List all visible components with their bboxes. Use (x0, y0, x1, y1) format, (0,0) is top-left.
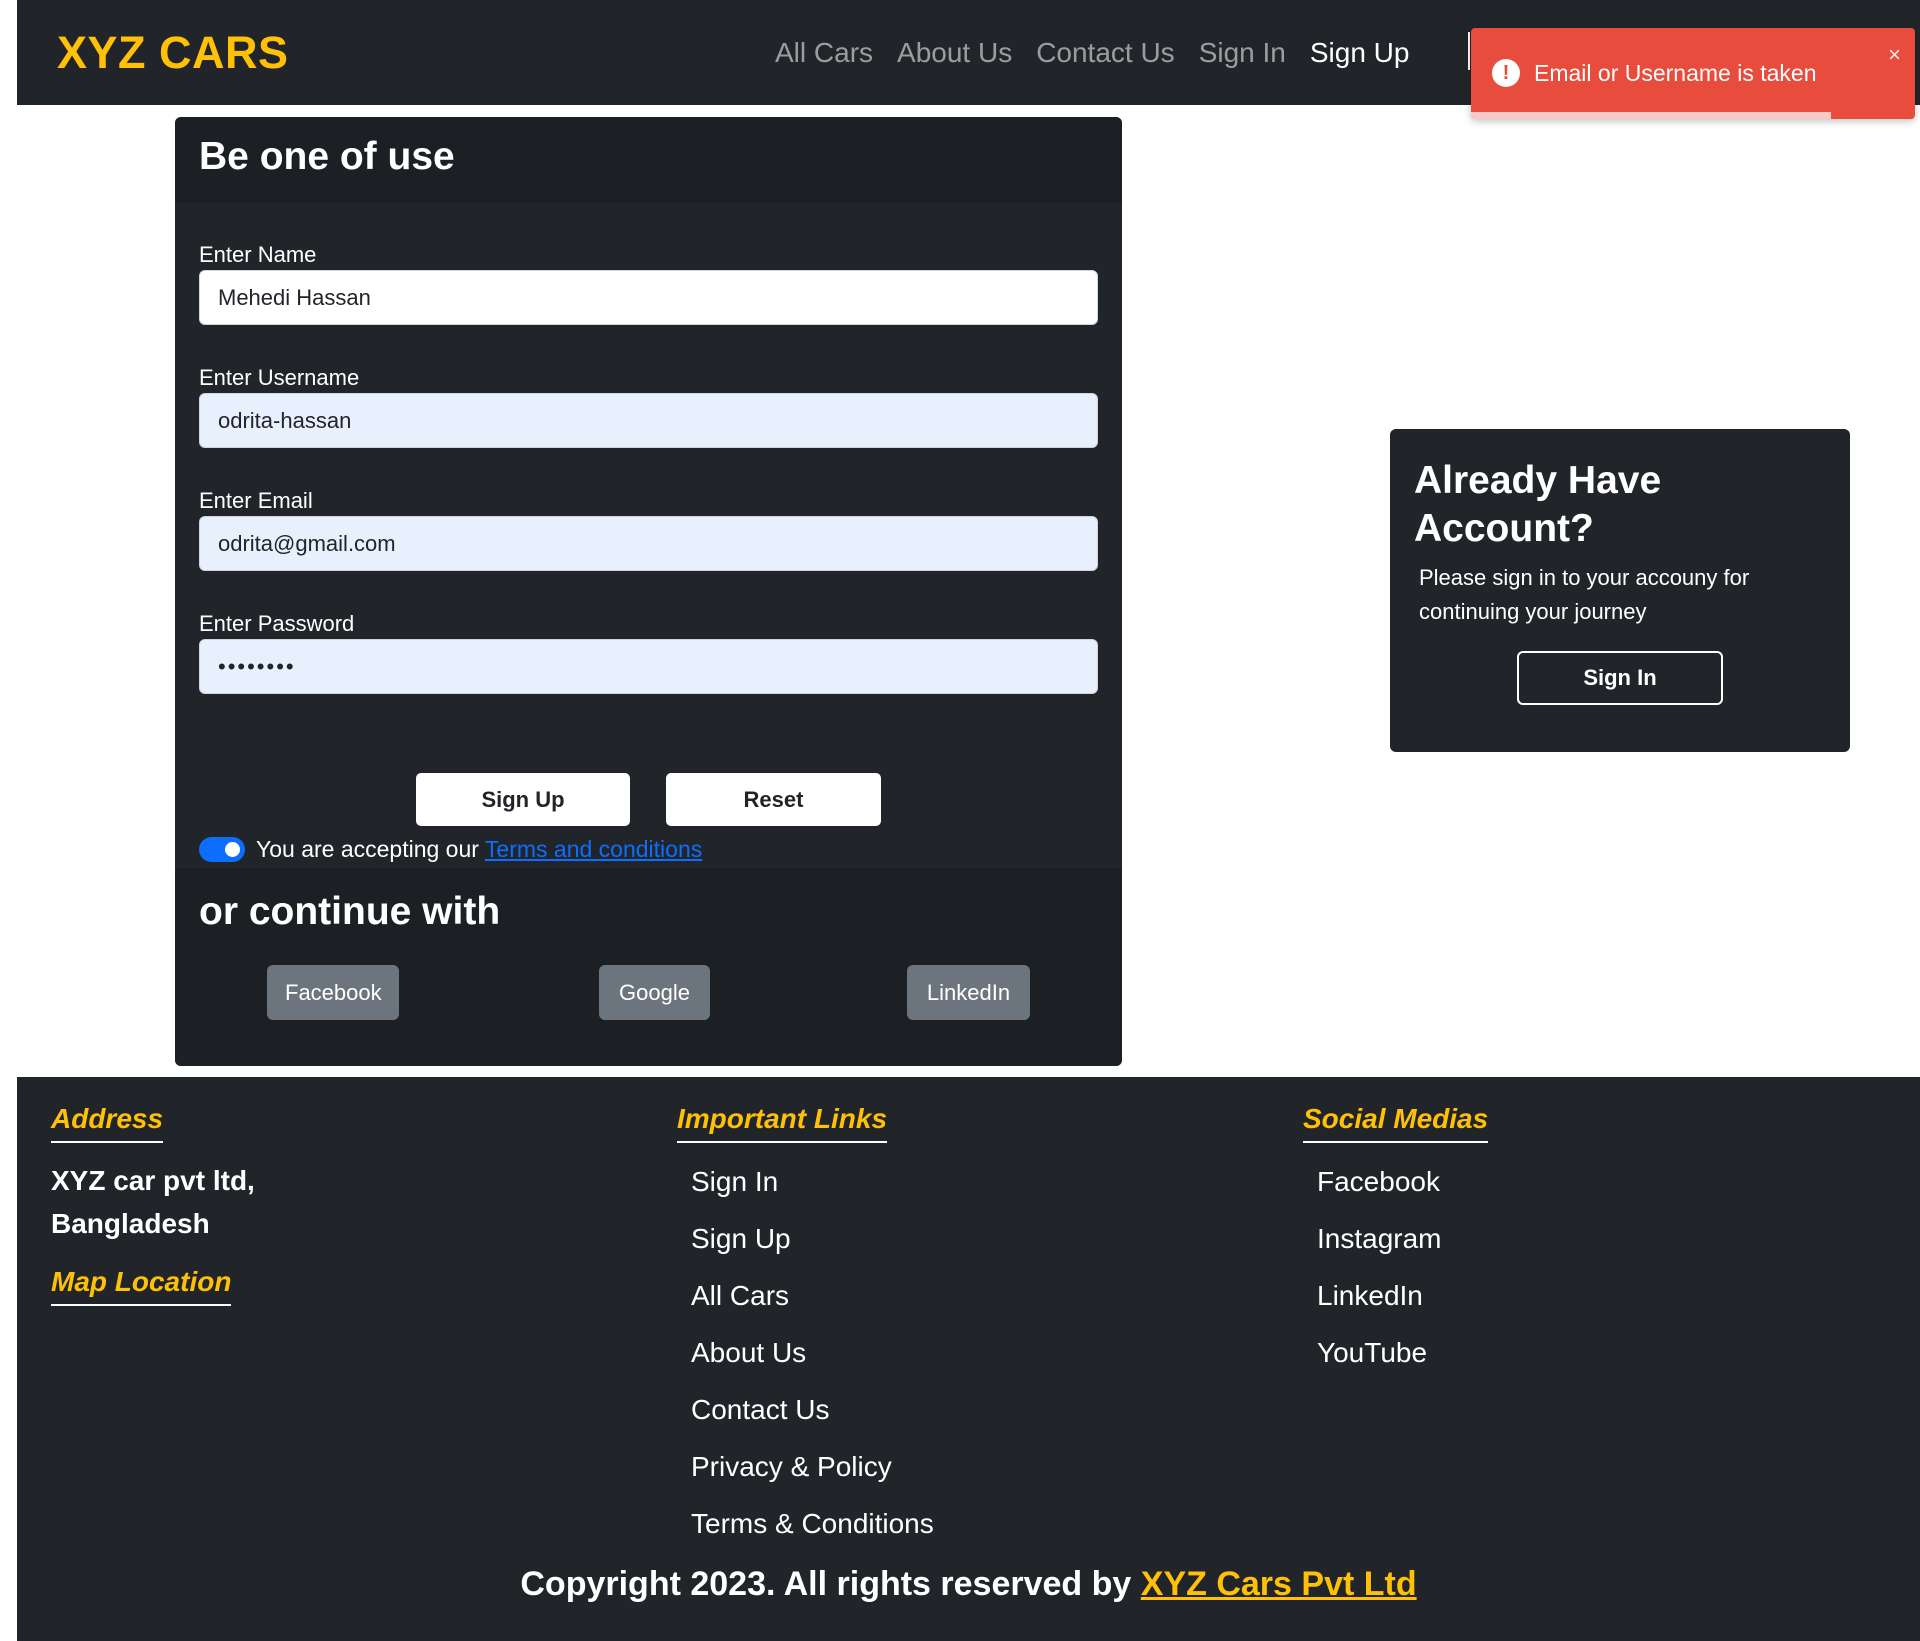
footer-link-contact-us[interactable]: Contact Us (691, 1381, 934, 1438)
password-label: Enter Password (199, 611, 355, 636)
important-links-list: Sign In Sign Up All Cars About Us Contac… (691, 1153, 934, 1552)
nav-link-about-us[interactable]: About Us (885, 35, 1024, 71)
sign-up-button[interactable]: Sign Up (415, 772, 631, 827)
footer-link-about-us[interactable]: About Us (691, 1324, 934, 1381)
terms-toggle[interactable] (199, 837, 245, 862)
nav-link-all-cars[interactable]: All Cars (763, 35, 885, 71)
username-field[interactable] (199, 393, 1098, 448)
footer-link-sign-in[interactable]: Sign In (691, 1153, 934, 1210)
toast-message: Email or Username is taken (1534, 60, 1817, 86)
nav-divider (1468, 32, 1470, 70)
toggle-knob (225, 842, 240, 857)
linkedin-button[interactable]: LinkedIn (907, 965, 1030, 1020)
brand-logo[interactable]: XYZ CARS (57, 28, 289, 78)
sign-in-card-title: Already Have Account? (1414, 459, 1662, 550)
footer-social-linkedin[interactable]: LinkedIn (1317, 1267, 1442, 1324)
footer-link-terms[interactable]: Terms & Conditions (691, 1495, 934, 1552)
facebook-button[interactable]: Facebook (267, 965, 399, 1020)
name-label: Enter Name (199, 242, 317, 267)
copyright-company-link[interactable]: XYZ Cars Pvt Ltd (1141, 1565, 1417, 1603)
footer-social-facebook[interactable]: Facebook (1317, 1153, 1442, 1210)
terms-link[interactable]: Terms and conditions (485, 836, 702, 862)
copyright: Copyright 2023. All rights reserved by X… (17, 1562, 1920, 1606)
footer-link-privacy-policy[interactable]: Privacy & Policy (691, 1438, 934, 1495)
google-button[interactable]: Google (599, 965, 710, 1020)
sign-in-card: Already Have Account? Please sign in to … (1390, 429, 1850, 752)
error-toast: ! Email or Username is taken × (1471, 28, 1915, 119)
terms-text: You are accepting our Terms and conditio… (256, 834, 702, 864)
signup-card-header: Be one of use (175, 117, 1122, 203)
email-field[interactable] (199, 516, 1098, 571)
email-label: Enter Email (199, 488, 313, 513)
map-location-link[interactable]: Map Location (51, 1264, 232, 1306)
signup-card: Be one of use Enter Name Enter Username … (175, 117, 1122, 1066)
nav-link-sign-in[interactable]: Sign In (1187, 35, 1298, 71)
nav-links: All Cars About Us Contact Us Sign In Sig… (763, 35, 1421, 71)
close-icon[interactable]: × (1888, 44, 1901, 66)
nav-link-sign-up[interactable]: Sign Up (1298, 35, 1422, 71)
footer-social-instagram[interactable]: Instagram (1317, 1210, 1442, 1267)
terms-prefix: You are accepting our (256, 836, 485, 862)
address-heading: Address (51, 1101, 164, 1143)
important-links-heading: Important Links (677, 1101, 888, 1143)
toast-progress-bar (1471, 112, 1831, 119)
name-field[interactable] (199, 270, 1098, 325)
footer: Address XYZ car pvt ltd, Bangladesh Map … (17, 1077, 1920, 1641)
social-medias-heading: Social Medias (1303, 1101, 1489, 1143)
continue-title: or continue with (199, 890, 501, 933)
social-medias-list: Facebook Instagram LinkedIn YouTube (1317, 1153, 1442, 1381)
nav-link-contact-us[interactable]: Contact Us (1024, 35, 1187, 71)
sign-in-card-text: Please sign in to your accouny for conti… (1419, 565, 1750, 624)
footer-link-sign-up[interactable]: Sign Up (691, 1210, 934, 1267)
footer-link-all-cars[interactable]: All Cars (691, 1267, 934, 1324)
username-label: Enter Username (199, 365, 360, 390)
reset-button[interactable]: Reset (665, 772, 882, 827)
copyright-text: Copyright 2023. All rights reserved by (520, 1565, 1141, 1603)
exclamation-icon: ! (1492, 59, 1520, 87)
address-text: XYZ car pvt ltd, Bangladesh (51, 1165, 255, 1239)
toast-progress-track (1471, 112, 1915, 119)
signup-title: Be one of use (199, 135, 455, 178)
password-field[interactable] (199, 639, 1098, 694)
footer-social-youtube[interactable]: YouTube (1317, 1324, 1442, 1381)
page: XYZ CARS All Cars About Us Contact Us Si… (0, 0, 1920, 1641)
sign-in-button[interactable]: Sign In (1517, 651, 1723, 705)
